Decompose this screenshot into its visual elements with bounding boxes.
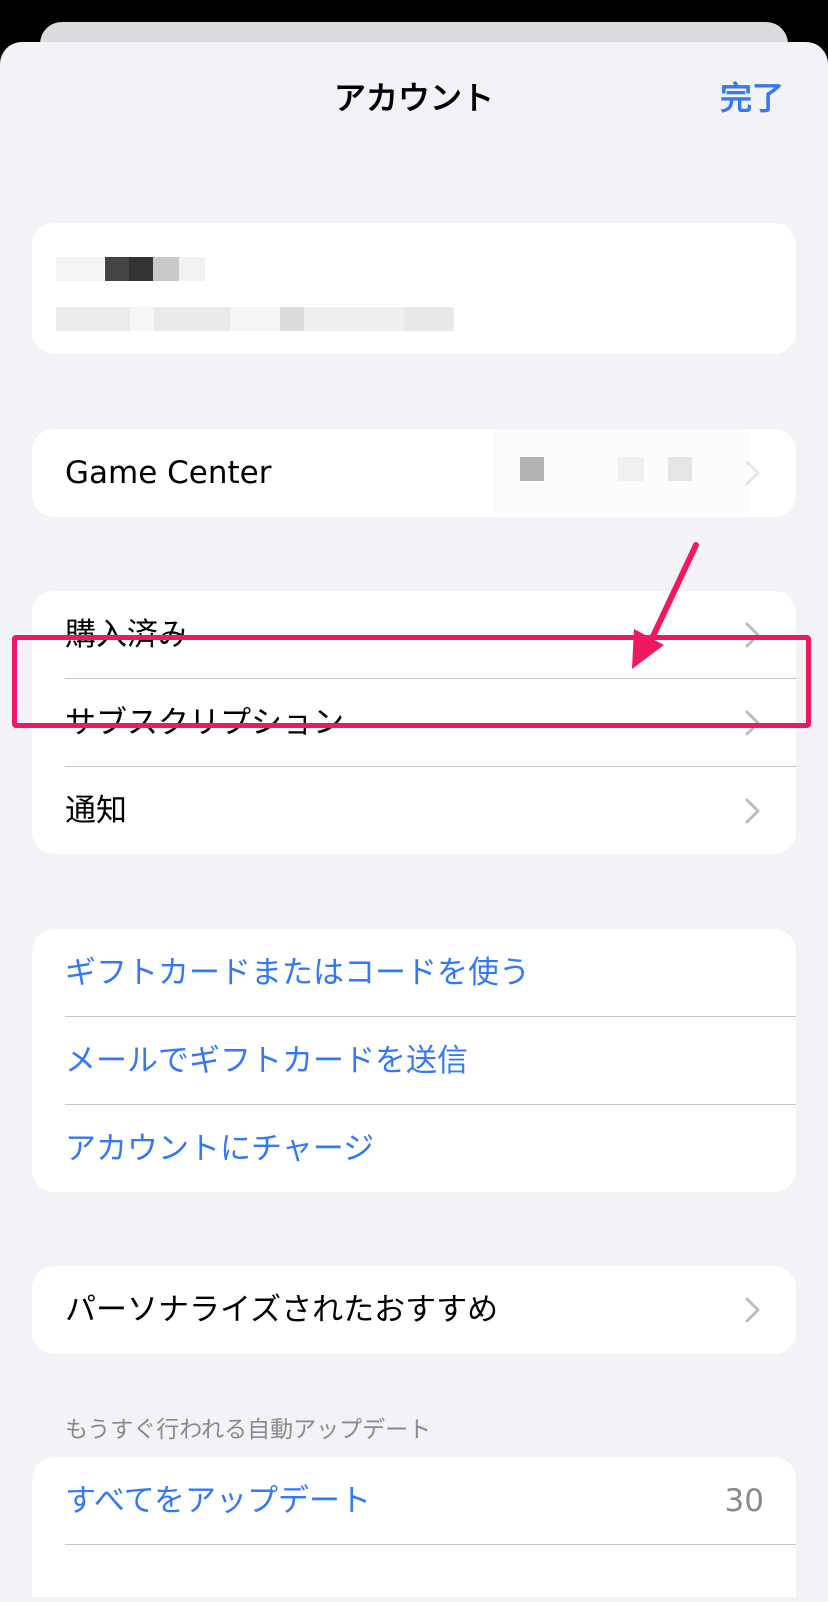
pixelated-email [154, 307, 230, 331]
update-all-row[interactable]: すべてをアップデート 30 [32, 1457, 796, 1545]
section-header-updates: もうすぐ行われる自動アップデート [65, 1417, 432, 1443]
pixelated-name [129, 257, 153, 281]
arrow-annotation-icon [632, 542, 699, 669]
redeem-gift-card-label: ギフトカードまたはコードを使う [65, 955, 530, 991]
notifications-row[interactable]: 通知 [32, 767, 796, 854]
send-gift-card-label: メールでギフトカードを送信 [65, 1043, 468, 1079]
pixelated-name [56, 257, 104, 281]
row-divider [65, 1544, 796, 1545]
notifications-label: 通知 [65, 793, 127, 829]
pixelated-email [304, 307, 404, 331]
send-gift-card-row[interactable]: メールでギフトカードを送信 [32, 1017, 796, 1105]
page-title: アカウント [333, 79, 494, 117]
gift-card-card: ギフトカードまたはコードを使う メールでギフトカードを送信 アカウントにチャージ [32, 929, 796, 1192]
update-count: 30 [724, 1483, 764, 1519]
pixelated-name [153, 257, 179, 281]
pixelated-game-center-id [618, 457, 644, 481]
pixelated-email [230, 307, 280, 331]
pixelated-name [105, 257, 129, 281]
chevron-right-icon [745, 460, 760, 486]
game-center-card[interactable]: Game Center [32, 429, 796, 517]
pixelated-game-center-id [668, 457, 692, 481]
personalized-card: パーソナライズされたおすすめ [32, 1266, 796, 1354]
chevron-right-icon [745, 1297, 760, 1323]
game-center-label: Game Center [65, 455, 272, 491]
pixelated-email [404, 307, 454, 331]
pixelated-email [56, 307, 130, 331]
chevron-right-icon [745, 798, 760, 824]
personalized-recommendations-label: パーソナライズされたおすすめ [65, 1292, 499, 1328]
update-all-button[interactable]: すべてをアップデート [65, 1457, 371, 1545]
pixelated-email [130, 307, 154, 331]
pixelated-email [280, 307, 304, 331]
add-funds-label: アカウントにチャージ [65, 1131, 375, 1167]
updates-card: すべてをアップデート 30 [32, 1457, 796, 1597]
pixelated-name [179, 257, 205, 281]
account-sheet: アカウント 完了 Game Center 購入済み サブスクリプション 通知 ギ… [0, 42, 828, 1602]
done-button[interactable]: 完了 [720, 78, 784, 118]
personalized-recommendations-row[interactable]: パーソナライズされたおすすめ [32, 1266, 796, 1354]
pixelated-game-center-id [520, 457, 544, 481]
profile-card[interactable] [32, 223, 796, 354]
add-funds-row[interactable]: アカウントにチャージ [32, 1105, 796, 1192]
redeem-gift-card-row[interactable]: ギフトカードまたはコードを使う [32, 929, 796, 1017]
game-center-row[interactable]: Game Center [32, 429, 796, 517]
